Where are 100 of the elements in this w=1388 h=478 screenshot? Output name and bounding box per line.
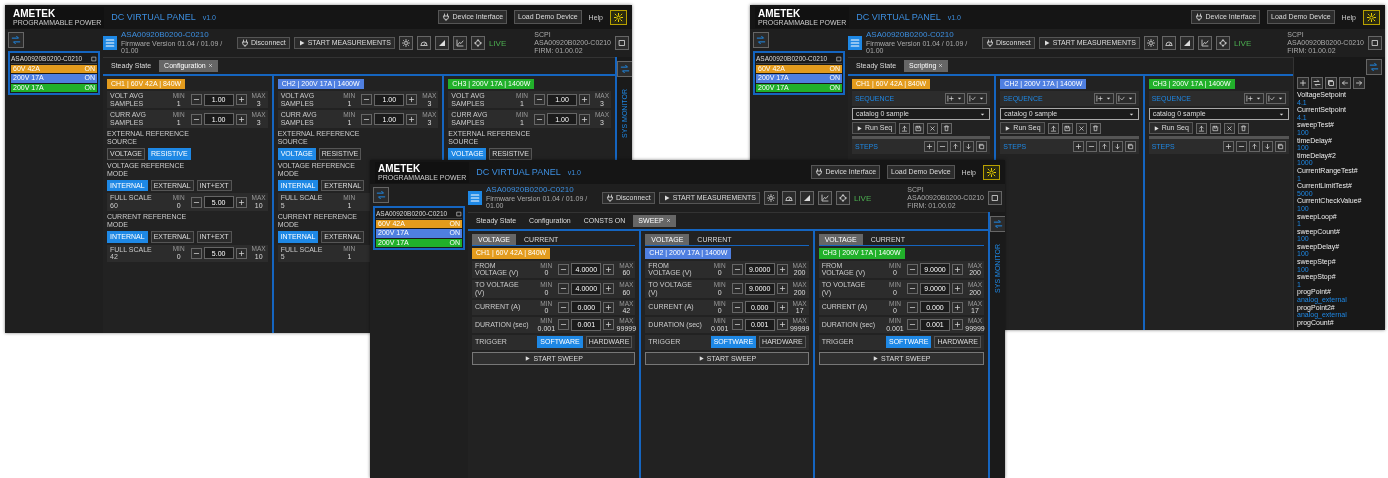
gauge-button[interactable]	[781, 191, 796, 205]
signal-button[interactable]	[434, 36, 449, 50]
increment-button[interactable]	[776, 283, 788, 295]
crosshair-button[interactable]	[835, 191, 850, 205]
move-up-button[interactable]	[950, 141, 962, 153]
decrement-button[interactable]	[558, 283, 570, 295]
increment-button[interactable]	[776, 301, 788, 313]
theme-button[interactable]	[1363, 9, 1380, 25]
increment-button[interactable]	[603, 263, 615, 275]
increment-button[interactable]	[235, 113, 247, 125]
add-step-button[interactable]	[1093, 93, 1114, 105]
settings-button[interactable]	[763, 191, 778, 205]
gauge-button[interactable]	[416, 36, 431, 50]
move-down-button[interactable]	[1262, 141, 1273, 153]
move-left-button[interactable]	[1339, 77, 1351, 89]
increment-button[interactable]	[235, 247, 247, 259]
decrement-button[interactable]	[731, 283, 743, 295]
delete-button[interactable]	[1075, 122, 1087, 134]
decrement-button[interactable]	[558, 319, 570, 331]
decrement-button[interactable]	[190, 247, 202, 259]
chart-button[interactable]	[817, 191, 832, 205]
decrement-button[interactable]	[731, 319, 743, 331]
increment-button[interactable]	[952, 283, 963, 295]
gauge-button[interactable]	[1161, 36, 1176, 50]
increment-button[interactable]	[776, 319, 788, 331]
decrement-button[interactable]	[534, 94, 545, 106]
add-button[interactable]	[1223, 141, 1234, 153]
move-up-button[interactable]	[1098, 141, 1110, 153]
check-button[interactable]	[1115, 93, 1136, 105]
decrement-button[interactable]	[558, 263, 570, 275]
increment-button[interactable]	[579, 94, 590, 106]
move-up-button[interactable]	[1249, 141, 1260, 153]
delete-button[interactable]	[1223, 122, 1235, 134]
upload-button[interactable]	[1047, 122, 1059, 134]
add-button[interactable]	[1297, 77, 1309, 89]
chart-button[interactable]	[452, 36, 467, 50]
add-button[interactable]	[924, 141, 936, 153]
copy-button[interactable]	[1275, 141, 1286, 153]
increment-button[interactable]	[603, 283, 615, 295]
decrement-button[interactable]	[731, 263, 743, 275]
increment-button[interactable]	[952, 263, 963, 275]
remove-button[interactable]	[937, 141, 949, 153]
decrement-button[interactable]	[907, 283, 918, 295]
signal-button[interactable]	[799, 191, 814, 205]
trash-button[interactable]	[1237, 122, 1249, 134]
move-down-button[interactable]	[1111, 141, 1123, 153]
crosshair-button[interactable]	[1215, 36, 1230, 50]
increment-button[interactable]	[952, 319, 963, 331]
increment-button[interactable]	[603, 301, 615, 313]
decrement-button[interactable]	[731, 301, 743, 313]
increment-button[interactable]	[603, 319, 615, 331]
delete-button[interactable]	[927, 122, 939, 134]
decrement-button[interactable]	[190, 94, 202, 106]
crosshair-button[interactable]	[470, 36, 485, 50]
upload-button[interactable]	[1195, 122, 1207, 134]
add-button[interactable]	[1072, 141, 1084, 153]
trash-button[interactable]	[941, 122, 953, 134]
increment-button[interactable]	[235, 196, 247, 208]
decrement-button[interactable]	[907, 263, 918, 275]
expand-button[interactable]	[1368, 36, 1382, 50]
increment-button[interactable]	[235, 94, 247, 106]
expand-button[interactable]	[988, 191, 1002, 205]
add-step-button[interactable]	[945, 93, 966, 105]
increment-button[interactable]	[579, 113, 590, 125]
decrement-button[interactable]	[190, 113, 202, 125]
decrement-button[interactable]	[907, 319, 918, 331]
trash-button[interactable]	[1089, 122, 1101, 134]
move-down-button[interactable]	[963, 141, 975, 153]
theme-button[interactable]	[610, 9, 627, 25]
device-icon	[848, 36, 862, 50]
copy-button[interactable]	[976, 141, 988, 153]
check-button[interactable]	[967, 93, 988, 105]
decrement-button[interactable]	[361, 113, 373, 125]
decrement-button[interactable]	[558, 301, 570, 313]
save-button[interactable]	[913, 122, 925, 134]
save-button[interactable]	[1209, 122, 1221, 134]
decrement-button[interactable]	[534, 113, 545, 125]
copy-button[interactable]	[1124, 141, 1136, 153]
move-right-button[interactable]	[1353, 77, 1365, 89]
chart-button[interactable]	[1197, 36, 1212, 50]
increment-button[interactable]	[406, 94, 418, 106]
increment-button[interactable]	[776, 263, 788, 275]
decrement-button[interactable]	[907, 301, 918, 313]
save-button[interactable]	[1061, 122, 1073, 134]
theme-button[interactable]	[983, 164, 1000, 180]
check-button[interactable]	[1266, 93, 1286, 105]
upload-button[interactable]	[899, 122, 911, 134]
swap-button[interactable]	[1311, 77, 1323, 89]
decrement-button[interactable]	[361, 94, 373, 106]
settings-button[interactable]	[1143, 36, 1158, 50]
copy-button[interactable]	[1325, 77, 1337, 89]
expand-button[interactable]	[615, 36, 629, 50]
remove-button[interactable]	[1085, 141, 1097, 153]
add-step-button[interactable]	[1244, 93, 1264, 105]
remove-button[interactable]	[1236, 141, 1247, 153]
decrement-button[interactable]	[190, 196, 202, 208]
settings-button[interactable]	[398, 36, 413, 50]
increment-button[interactable]	[952, 301, 963, 313]
increment-button[interactable]	[406, 113, 418, 125]
signal-button[interactable]	[1179, 36, 1194, 50]
